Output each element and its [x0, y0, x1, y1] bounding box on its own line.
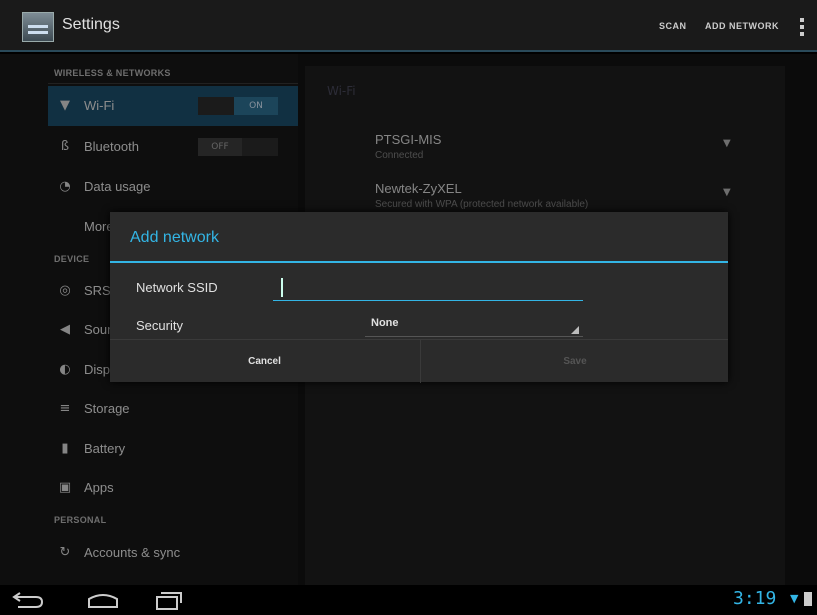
status-clock: 3:19: [733, 588, 777, 609]
text-cursor: [281, 278, 283, 297]
dialog-title-divider: [110, 261, 728, 263]
page-title: Settings: [62, 16, 120, 33]
wifi-status-icon: ▼: [790, 592, 799, 605]
add-network-button[interactable]: ADD NETWORK: [705, 21, 779, 31]
save-button[interactable]: Save: [420, 340, 729, 383]
recent-apps-icon[interactable]: [147, 589, 187, 611]
battery-status-icon: [804, 592, 812, 606]
dropdown-arrow-icon: [571, 326, 579, 334]
ssid-input[interactable]: [273, 275, 583, 301]
back-icon[interactable]: [8, 589, 48, 611]
system-navigation-bar: 3:19 ▼: [0, 585, 817, 615]
security-select[interactable]: None: [365, 315, 583, 337]
dialog-button-row: Cancel Save: [110, 339, 729, 383]
security-label: Security: [136, 318, 183, 333]
overflow-menu-icon[interactable]: [800, 18, 804, 36]
dialog-title: Add network: [130, 229, 219, 246]
ssid-label: Network SSID: [136, 280, 218, 295]
scan-button[interactable]: SCAN: [659, 21, 687, 31]
home-icon[interactable]: [83, 589, 123, 611]
add-network-dialog: Add network Network SSID Security None C…: [110, 212, 729, 383]
settings-app-icon[interactable]: [22, 12, 54, 42]
security-selected-value: None: [371, 317, 399, 329]
cancel-button[interactable]: Cancel: [110, 340, 419, 383]
action-bar: Settings SCAN ADD NETWORK: [0, 0, 817, 52]
